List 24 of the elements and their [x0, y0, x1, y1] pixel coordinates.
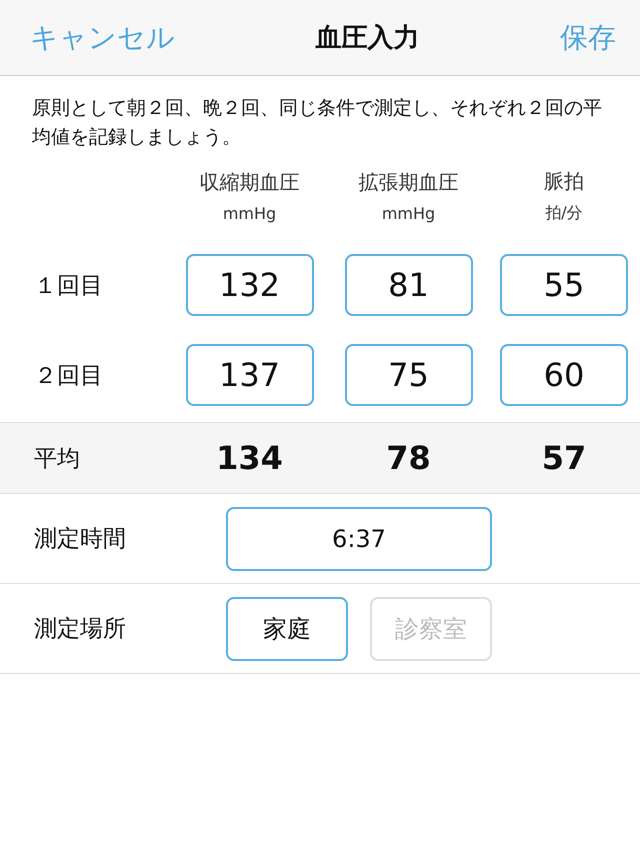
instruction-text: 原則として朝２回、晩２回、同じ条件で測定し、それぞれ２回の平均値を記録しましょう。	[32, 96, 603, 150]
row-label: １回目	[33, 272, 103, 300]
time-field[interactable]: 6:37	[226, 506, 492, 570]
average-value: 134	[216, 439, 283, 477]
row-label: 測定場所	[33, 615, 127, 644]
place-option[interactable]: 家庭	[226, 596, 348, 660]
row-label: 測定時間	[33, 525, 127, 554]
input-field[interactable]: 81	[344, 254, 472, 316]
column-heading: 収縮期血圧	[200, 169, 300, 196]
row-label: ２回目	[33, 362, 103, 390]
input-field[interactable]: 55	[500, 254, 628, 316]
input-field[interactable]: 75	[344, 344, 472, 406]
unit-label: 拍/分	[545, 203, 583, 224]
unit-label: mmHg	[382, 204, 436, 223]
row-label: 平均	[33, 444, 80, 474]
input-field[interactable]: 60	[500, 344, 628, 406]
input-field[interactable]: 137	[186, 344, 314, 406]
screen-title: 血圧入力	[316, 22, 420, 55]
column-heading: 脈拍	[544, 168, 584, 195]
average-value: 57	[542, 439, 586, 477]
input-field[interactable]: 132	[186, 254, 314, 316]
unit-label: mmHg	[222, 204, 276, 223]
column-heading: 拡張期血圧	[358, 169, 458, 196]
average-value: 78	[386, 439, 431, 477]
